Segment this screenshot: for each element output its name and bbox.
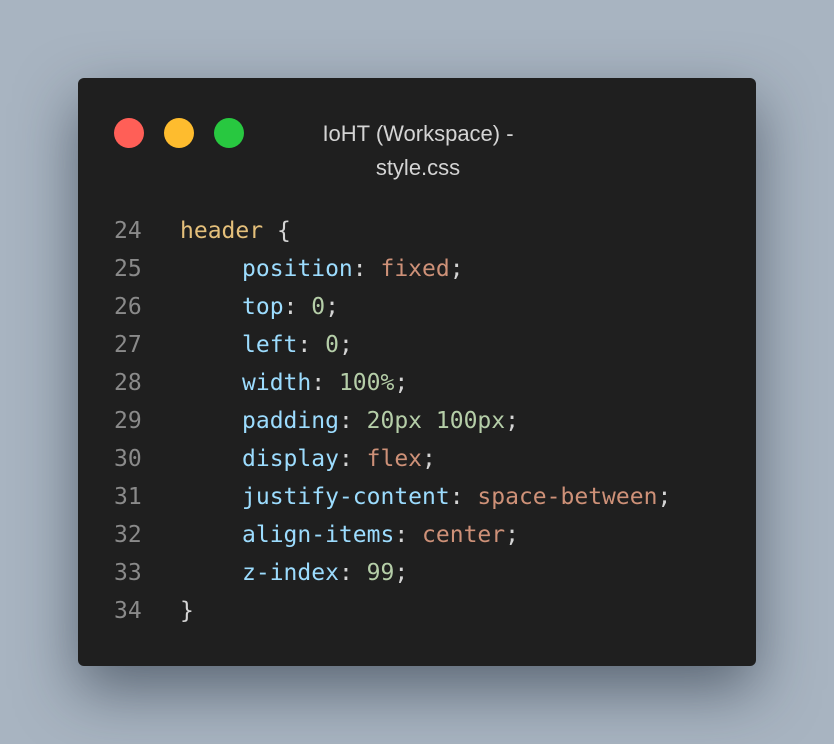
line-content: align-items: center; <box>180 516 519 554</box>
code-line: 28 width: 100%; <box>78 364 756 402</box>
code-line: 31 justify-content: space-between; <box>78 478 756 516</box>
css-selector: header <box>180 218 264 244</box>
code-editor: 24 header {25 position: fixed; 26 top: 0; 27 l… <box>78 212 756 630</box>
css-property: width <box>242 370 312 396</box>
line-content: left: 0; <box>180 326 353 364</box>
css-property: align-items <box>242 522 395 548</box>
code-line: 32 align-items: center; <box>78 516 756 554</box>
line-number: 27 <box>114 332 142 358</box>
semicolon: ; <box>657 484 672 510</box>
css-value: 0 <box>311 294 326 320</box>
window-title-line-2: style.css <box>375 155 461 180</box>
css-property: z-index <box>242 560 339 586</box>
window-title-line-1: IoHT (Workspace) - <box>322 121 514 146</box>
css-property: position <box>242 256 353 282</box>
line-content: justify-content: space-between; <box>180 478 671 516</box>
css-value: 100% <box>338 370 395 396</box>
line-number: 26 <box>114 294 142 320</box>
line-content: top: 0; <box>180 288 339 326</box>
colon: : <box>338 408 367 434</box>
colon: : <box>338 446 367 472</box>
line-number: 24 <box>114 218 142 244</box>
semicolon: ; <box>505 522 519 548</box>
code-line: 30 display: flex; <box>78 440 756 478</box>
line-content: padding: 20px 100px; <box>180 402 519 440</box>
colon: : <box>394 522 423 548</box>
code-line: 34} <box>78 592 756 630</box>
line-content: position: fixed; <box>180 250 464 288</box>
css-property: display <box>242 446 339 472</box>
css-property: top <box>242 294 284 320</box>
colon: : <box>338 560 367 586</box>
close-brace: } <box>180 598 194 624</box>
line-number: 25 <box>114 256 142 282</box>
line-content: z-index: 99; <box>180 554 408 592</box>
line-number: 28 <box>114 370 142 396</box>
line-content: header { <box>180 212 291 250</box>
css-value: center <box>422 522 506 548</box>
semicolon: ; <box>394 560 409 586</box>
semicolon: ; <box>505 408 519 434</box>
colon: : <box>297 332 326 358</box>
semicolon: ; <box>325 294 339 320</box>
css-property: left <box>242 332 298 358</box>
open-brace: { <box>263 218 291 244</box>
minimize-dot-icon[interactable] <box>164 118 194 148</box>
line-number: 31 <box>114 484 142 510</box>
line-number: 33 <box>114 560 142 586</box>
semicolon: ; <box>449 256 464 282</box>
line-number: 29 <box>114 408 142 434</box>
css-value: space-between <box>477 484 658 510</box>
maximize-dot-icon[interactable] <box>214 118 244 148</box>
colon: : <box>352 256 381 282</box>
code-line: 27 left: 0; <box>78 326 756 364</box>
css-value: 0 <box>325 332 339 358</box>
css-property: padding <box>242 408 339 434</box>
colon: : <box>283 294 312 320</box>
line-number: 34 <box>114 598 142 624</box>
colon: : <box>449 484 478 510</box>
line-content: display: flex; <box>180 440 436 478</box>
line-content: } <box>180 592 194 630</box>
code-line: 25 position: fixed; <box>78 250 756 288</box>
line-number: 32 <box>114 522 142 548</box>
css-value: fixed <box>380 256 450 282</box>
colon: : <box>311 370 339 396</box>
close-dot-icon[interactable] <box>114 118 144 148</box>
css-value: 99 <box>366 560 395 586</box>
code-line: 29 padding: 20px 100px; <box>78 402 756 440</box>
css-property: justify-content <box>242 484 450 510</box>
code-window: IoHT (Workspace) - style.css 24 header {2… <box>78 78 756 666</box>
code-line: 33 z-index: 99; <box>78 554 756 592</box>
line-number: 30 <box>114 446 142 472</box>
semicolon: ; <box>422 446 436 472</box>
line-content: width: 100%; <box>180 364 408 402</box>
css-value: flex <box>366 446 423 472</box>
css-value: 20px 100px <box>366 408 506 434</box>
code-line: 26 top: 0; <box>78 288 756 326</box>
semicolon: ; <box>338 332 353 358</box>
semicolon: ; <box>394 370 409 396</box>
code-line: 24 header { <box>78 212 756 250</box>
window-title: IoHT (Workspace) - style.css <box>278 117 558 185</box>
